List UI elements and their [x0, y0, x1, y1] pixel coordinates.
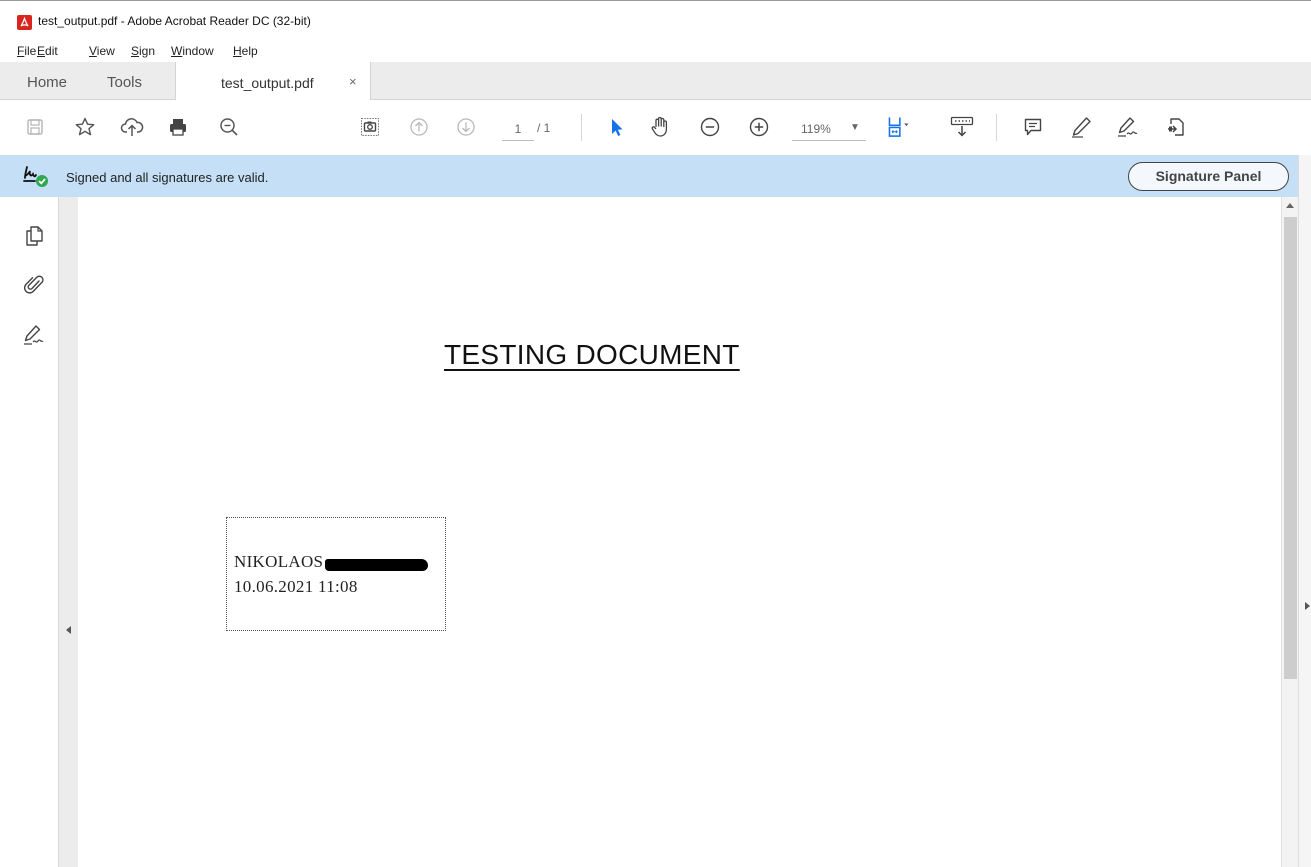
- toolbar-separator: [996, 114, 997, 141]
- highlight-icon[interactable]: [1068, 114, 1094, 140]
- menu-window[interactable]: Window: [171, 44, 214, 58]
- close-icon[interactable]: ×: [349, 74, 357, 89]
- tab-tools[interactable]: Tools: [107, 74, 142, 91]
- zoom-out-icon[interactable]: [697, 114, 723, 140]
- signature-status-bar: Signed and all signatures are valid. Sig…: [0, 155, 1298, 197]
- zoom-value: 119%: [801, 122, 831, 136]
- tab-bar: Home Tools test_output.pdf ×: [0, 62, 1311, 101]
- signer-name: NIKOLAOS: [234, 552, 324, 571]
- menu-file[interactable]: File: [17, 44, 36, 58]
- tab-home[interactable]: Home: [27, 74, 67, 91]
- document-page[interactable]: TESTING DOCUMENT NIKOLAOS 10.06.2021 11:…: [78, 197, 1281, 867]
- page-total: / 1: [537, 121, 551, 135]
- right-pane-toggle[interactable]: [1298, 155, 1311, 867]
- share-icon[interactable]: [1164, 114, 1190, 140]
- menu-help[interactable]: Help: [233, 44, 258, 58]
- window-title: test_output.pdf - Adobe Acrobat Reader D…: [38, 14, 311, 28]
- left-navigation-pane: [0, 197, 58, 867]
- menu-edit[interactable]: Edit: [37, 44, 58, 58]
- title-bar: test_output.pdf - Adobe Acrobat Reader D…: [0, 0, 1311, 40]
- next-page-icon[interactable]: [453, 114, 479, 140]
- keyboard-scroll-icon[interactable]: [949, 114, 975, 140]
- toolbar: 1 / 1 119% ▼: [0, 100, 1311, 155]
- signature-valid-icon: [22, 165, 52, 196]
- signature-datetime: 10.06.2021 11:08: [234, 577, 358, 596]
- save-icon[interactable]: [22, 114, 48, 140]
- hand-icon[interactable]: [647, 114, 673, 140]
- signature-panel-button[interactable]: Signature Panel: [1128, 162, 1289, 191]
- scrollbar-thumb[interactable]: [1284, 217, 1297, 679]
- snapshot-icon[interactable]: [357, 114, 383, 140]
- signatures-icon[interactable]: [20, 321, 48, 349]
- menu-sign[interactable]: Sign: [131, 44, 155, 58]
- pdf-file-icon: [17, 15, 32, 30]
- find-zoom-icon[interactable]: [216, 114, 242, 140]
- scroll-up-icon[interactable]: [1286, 203, 1294, 208]
- page-thumbnails-icon[interactable]: [20, 222, 48, 250]
- sign-icon[interactable]: [1115, 114, 1141, 140]
- zoom-dropdown[interactable]: 119% ▼: [792, 119, 866, 141]
- attachments-icon[interactable]: [20, 271, 48, 299]
- menu-view[interactable]: View: [89, 44, 115, 58]
- toolbar-separator: [581, 114, 582, 141]
- select-arrow-icon[interactable]: [603, 114, 629, 140]
- page-number-input[interactable]: 1: [502, 119, 534, 141]
- chevron-down-icon: ▼: [850, 122, 860, 133]
- menu-bar: File Edit View Sign Window Help: [0, 40, 1311, 62]
- signature-status-message: Signed and all signatures are valid.: [66, 170, 269, 185]
- fit-page-icon[interactable]: [886, 114, 912, 140]
- document-title: TESTING DOCUMENT: [444, 339, 740, 370]
- chevron-left-icon[interactable]: [66, 626, 71, 634]
- tab-document[interactable]: test_output.pdf ×: [175, 62, 371, 101]
- tab-document-label: test_output.pdf: [221, 75, 314, 91]
- bookmark-star-icon[interactable]: [72, 114, 98, 140]
- chevron-right-icon[interactable]: [1305, 602, 1310, 610]
- vertical-scrollbar[interactable]: [1281, 197, 1298, 867]
- previous-page-icon[interactable]: [406, 114, 432, 140]
- print-icon[interactable]: [165, 114, 191, 140]
- left-pane-splitter[interactable]: [58, 197, 78, 867]
- comment-icon[interactable]: [1020, 114, 1046, 140]
- upload-cloud-icon[interactable]: [119, 114, 145, 140]
- zoom-in-icon[interactable]: [746, 114, 772, 140]
- signature-field[interactable]: NIKOLAOS 10.06.2021 11:08: [226, 517, 446, 631]
- redaction-mark: [325, 559, 428, 571]
